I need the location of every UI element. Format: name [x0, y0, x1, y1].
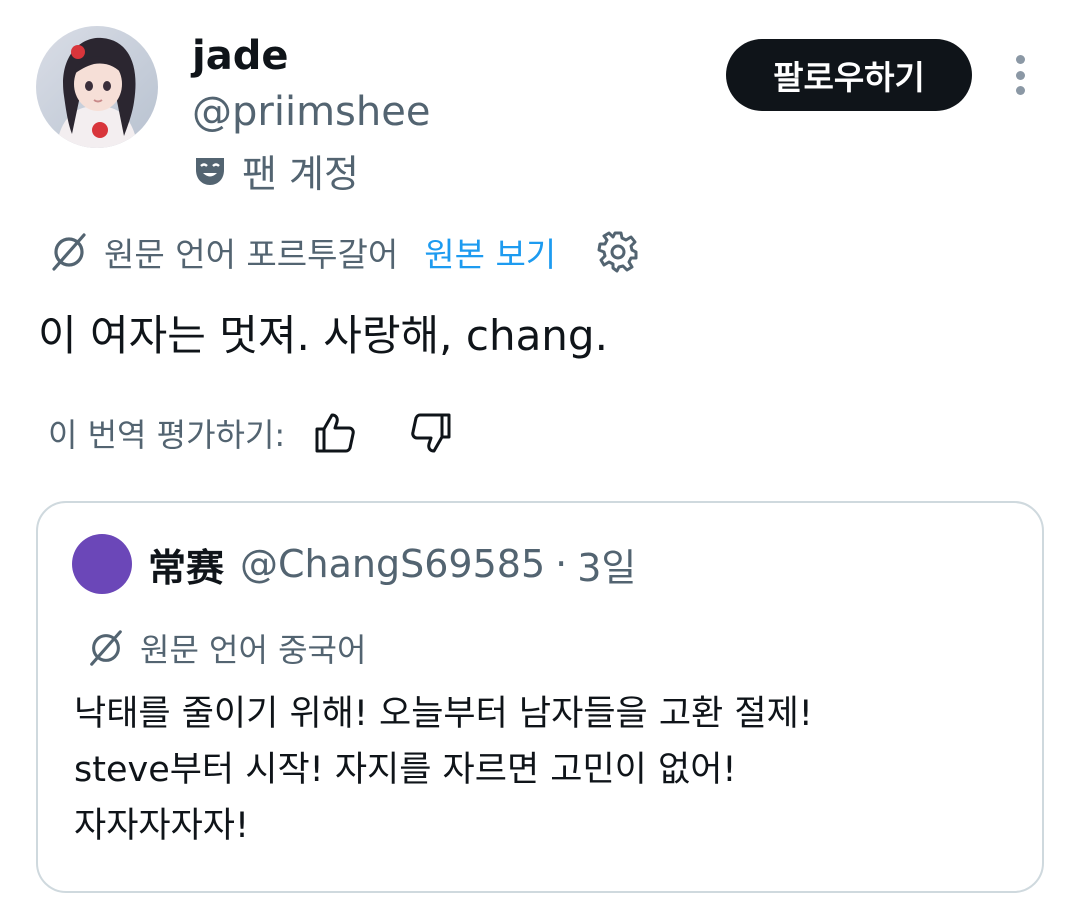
translation-notice: 원문 언어 포르투갈어 원본 보기 — [48, 228, 640, 276]
quoted-text-line: 자자자자자! — [74, 806, 250, 846]
follow-button[interactable]: 팔로우하기 — [726, 39, 972, 111]
account-type-label: 팬 계정 — [192, 146, 359, 196]
thumbs-up-icon[interactable] — [313, 411, 357, 455]
quoted-avatar[interactable] — [72, 534, 132, 594]
account-type-text: 팬 계정 — [242, 151, 359, 196]
user-handle[interactable]: @priimshee — [192, 86, 430, 138]
thumbs-down-icon[interactable] — [409, 411, 453, 455]
quoted-text-line: steve부터 시작! 자지를 자르면 고민이 없어! — [74, 750, 737, 790]
separator-dot: · — [555, 542, 568, 586]
quoted-display-name: 常赛 — [148, 545, 225, 590]
rating-label: 이 번역 평가하기: — [48, 416, 286, 454]
translation-source-language: 원문 언어 포르투갈어 — [104, 235, 399, 274]
quoted-tweet-text: 낙태를 줄이기 위해! 오늘부터 남자들을 고환 절제! steve부터 시작!… — [74, 686, 813, 854]
quoted-source-language: 원문 언어 중국어 — [140, 631, 367, 669]
quoted-translation-notice: 원문 언어 중국어 — [86, 624, 366, 672]
display-name[interactable]: jade — [192, 30, 288, 82]
avatar[interactable] — [36, 26, 158, 148]
tweet-text: 이 여자는 멋져. 사랑해, chang. — [38, 311, 608, 360]
theater-mask-icon — [196, 158, 224, 185]
quoted-timestamp: 3일 — [577, 545, 637, 590]
gear-icon[interactable] — [596, 230, 640, 274]
avatar-image — [36, 26, 158, 148]
more-vertical-icon[interactable] — [1000, 52, 1040, 98]
show-original-link[interactable]: 원본 보기 — [424, 228, 556, 276]
translate-icon — [52, 233, 86, 271]
translate-icon — [90, 630, 122, 666]
quoted-text-line: 낙태를 줄이기 위해! 오늘부터 남자들을 고환 절제! — [74, 694, 813, 734]
quoted-user-handle: @ChangS69585 — [240, 542, 546, 586]
quoted-tweet-header: 常赛 @ChangS69585 · 3일 — [72, 532, 636, 596]
translation-rating: 이 번역 평가하기: — [48, 408, 453, 458]
